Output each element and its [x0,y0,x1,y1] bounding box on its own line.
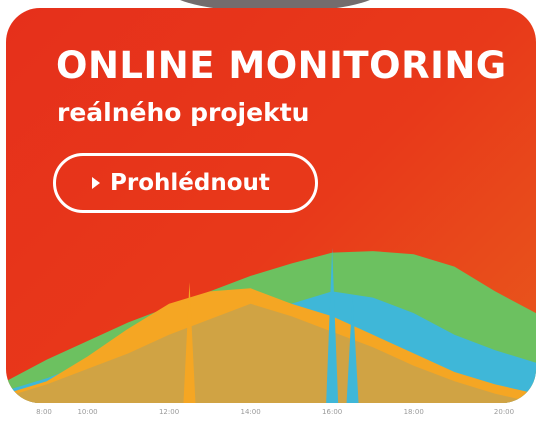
x-tick-label: 14:00 [240,408,261,416]
promo-banner[interactable]: ONLINE MONITORING reálného projektu Proh… [6,8,536,403]
view-button[interactable]: Prohlédnout [53,153,318,213]
x-tick-label: 8:00 [36,408,52,416]
banner-headline: ONLINE MONITORING [56,44,507,87]
x-tick-label: 20:00 [493,408,515,416]
banner-subline: reálného projektu [57,98,310,127]
x-axis: 8:00 10:00 12:00 14:00 16:00 18:00 20:00 [0,408,541,421]
page: ONLINE MONITORING reálného projektu Proh… [0,0,541,421]
x-tick-label: 12:00 [158,408,180,416]
x-tick-label: 18:00 [403,408,424,416]
play-triangle-icon [92,177,100,189]
view-button-label: Prohlédnout [110,170,270,196]
x-tick-label: 10:00 [77,408,98,416]
x-tick-label: 16:00 [322,408,343,416]
